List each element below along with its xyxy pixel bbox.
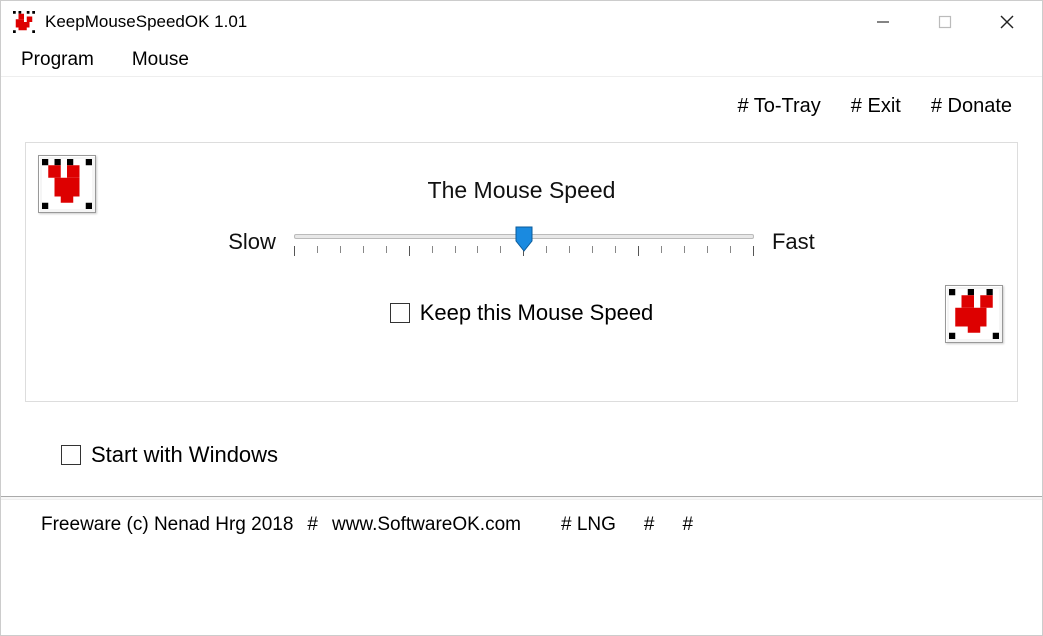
- slider-row: Slow Fast: [26, 224, 1017, 260]
- window-controls: [852, 1, 1038, 43]
- slow-label: Slow: [228, 229, 276, 255]
- footer-hash-link-2[interactable]: #: [682, 514, 693, 536]
- keep-speed-row: Keep this Mouse Speed: [26, 300, 1017, 326]
- content-area: # To-Tray # Exit # Donate The Mouse Spee…: [1, 77, 1042, 468]
- start-with-windows-checkbox[interactable]: [61, 445, 81, 465]
- footer-hash-link-1[interactable]: #: [644, 514, 655, 536]
- top-links: # To-Tray # Exit # Donate: [25, 95, 1018, 118]
- speed-panel: The Mouse Speed Slow Fast: [25, 142, 1018, 402]
- speed-slider[interactable]: [294, 224, 754, 260]
- maximize-button[interactable]: [914, 1, 976, 43]
- app-logo-icon: [38, 155, 96, 213]
- titlebar: KeepMouseSpeedOK 1.01: [1, 1, 1042, 43]
- app-icon: [13, 11, 35, 33]
- close-button[interactable]: [976, 1, 1038, 43]
- exit-link[interactable]: # Exit: [851, 95, 901, 118]
- menubar: Program Mouse: [1, 43, 1042, 77]
- start-with-windows-row: Start with Windows: [61, 442, 1018, 468]
- minimize-button[interactable]: [852, 1, 914, 43]
- slider-thumb[interactable]: [515, 226, 533, 252]
- menu-program[interactable]: Program: [11, 45, 104, 75]
- window-title: KeepMouseSpeedOK 1.01: [45, 12, 852, 32]
- start-with-windows-label: Start with Windows: [91, 442, 278, 468]
- menu-mouse[interactable]: Mouse: [122, 45, 199, 75]
- fast-label: Fast: [772, 229, 815, 255]
- footer: Freeware (c) Nenad Hrg 2018 # www.Softwa…: [1, 500, 1042, 550]
- app-logo-icon: [945, 285, 1003, 343]
- footer-copyright: Freeware (c) Nenad Hrg 2018: [41, 514, 293, 536]
- keep-speed-checkbox[interactable]: [390, 303, 410, 323]
- speed-title: The Mouse Speed: [26, 177, 1017, 204]
- donate-link[interactable]: # Donate: [931, 95, 1012, 118]
- footer-sep-hash: #: [307, 514, 318, 536]
- footer-lng-link[interactable]: # LNG: [561, 514, 616, 536]
- to-tray-link[interactable]: # To-Tray: [737, 95, 820, 118]
- keep-speed-label: Keep this Mouse Speed: [420, 300, 654, 326]
- footer-site-link[interactable]: www.SoftwareOK.com: [332, 514, 521, 536]
